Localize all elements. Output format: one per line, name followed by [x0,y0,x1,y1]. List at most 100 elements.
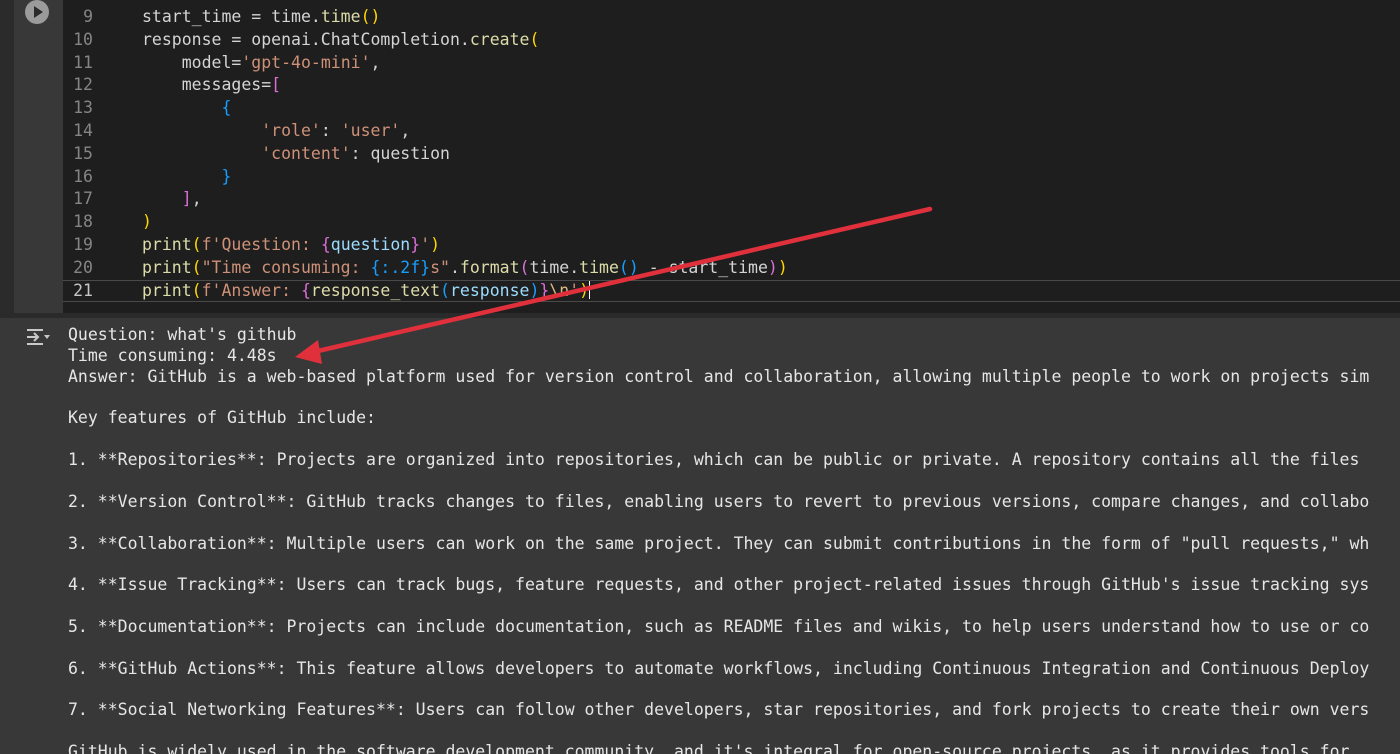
code-token: 'user' [340,121,401,140]
code-line: 10 response = openai.ChatCompletion.creat… [63,28,1400,51]
code-text: ) [142,210,152,233]
line-number: 21 [73,280,93,300]
play-icon [34,6,43,18]
line-number: 16 [73,166,93,186]
code-token: print [142,235,192,254]
line-number: 20 [73,257,93,277]
code-token: ' [420,235,431,254]
line-number: 11 [73,52,93,72]
code-token: [ [271,75,282,95]
code-text: print(f'Answer: {response_text(response)… [142,279,591,302]
code-token: start_time = time. [142,7,321,26]
code-token: ( [440,280,450,300]
code-token: format [459,257,520,277]
code-text: ], [142,187,202,210]
code-token: time [579,257,619,277]
code-token: , [370,52,381,72]
code-token: ) [777,257,788,277]
output-line: 1. **Repositories**: Projects are organi… [68,450,1360,470]
code-token: 'role' [261,121,321,140]
line-number: 18 [73,212,93,232]
code-token: , [400,121,411,140]
code-token: { [320,235,331,254]
code-token: () [360,7,381,26]
code-token: response = openai.ChatCompletion. [142,29,470,49]
code-token: {:.2f} [370,257,431,277]
line-number: 19 [73,235,93,254]
code-token: print [142,257,192,277]
code-token: response_text [310,280,441,300]
output-line: 7. **Social Networking Features**: Users… [68,700,1370,720]
code-token: ( [191,257,202,277]
code-token: : [320,121,341,140]
code-token: , [191,189,202,209]
output-line: 5. **Documentation**: Projects can inclu… [68,616,1370,636]
code-token: ) [142,212,152,232]
code-editor[interactable]: 9 start_time = time.time() 10 response = op… [63,0,1400,313]
line-number: 15 [73,143,93,163]
line-number: 9 [83,7,93,26]
code-token: time. [529,257,580,277]
line-number: 12 [73,75,93,95]
code-token: "Time consuming: [201,257,371,277]
code-token: () [618,257,639,277]
code-line: 9 start_time = time.time() [63,5,1400,28]
code-text: model='gpt-4o-mini', [142,51,381,74]
output-line: Question: what's github [68,325,297,344]
output-line: 3. **Collaboration**: Multiple users can… [68,533,1370,553]
code-line: 12 messages=[ [63,73,1400,96]
output-toggle-button[interactable] [24,325,52,349]
code-token: . [449,257,460,277]
code-line: 13 { [63,96,1400,119]
notebook-cell: 9 start_time = time.time() 10 response = op… [0,0,1400,754]
code-line: 21 print(f'Answer: {response_text(respons… [63,279,1400,302]
code-token: } [221,166,232,186]
code-line: 16 } [63,165,1400,188]
line-number: 17 [73,189,93,209]
code-token: ( [529,29,540,49]
code-token: f'Answer: [201,280,301,300]
code-line: 19 print(f'Question: {question}') [63,233,1400,256]
code-text: } [142,165,231,188]
code-token: time [320,7,361,26]
code-token: ] [181,189,192,209]
code-token: s" [430,257,450,277]
output-line: 2. **Version Control**: GitHub tracks ch… [68,491,1370,511]
code-token: question [330,235,411,254]
code-text: start_time = time.time() [142,5,380,28]
code-token: model= [181,52,242,72]
code-token: ) [767,257,778,277]
code-token: ( [519,257,530,277]
code-token: \n [549,280,570,300]
code-text: print(f'Question: {question}') [142,233,440,256]
code-line: 14 'role': 'user', [63,119,1400,142]
code-token: - start_time [638,257,768,277]
code-token: 'content' [261,143,351,163]
code-token: : question [350,143,450,163]
line-number: 13 [73,98,93,118]
output-line: 6. **GitHub Actions**: This feature allo… [68,658,1370,678]
code-text: response = openai.ChatCompletion.create( [142,28,539,51]
output-toggle-icon [27,329,50,345]
code-token: print [142,280,192,300]
output-line: GitHub is widely used in the software de… [68,742,1350,754]
text-cursor [589,280,591,299]
output-line: Key features of GitHub include: [68,408,376,428]
code-token: ( [191,235,202,254]
code-line: 11 model='gpt-4o-mini', [63,51,1400,74]
run-cell-button[interactable] [25,0,49,24]
code-text: 'content': question [142,142,450,165]
code-token: } [410,235,421,254]
code-token: response [449,280,530,300]
cell-gutter [0,0,14,313]
output-line: 4. **Issue Tracking**: Users can track b… [68,575,1370,595]
code-text: { [142,96,231,119]
code-token: ( [191,280,202,300]
cell-output: Question: what's github Time consuming: 4… [0,318,1400,754]
code-line: 20 print("Time consuming: {:.2f}s".format… [63,256,1400,279]
code-text: print("Time consuming: {:.2f}s".format(t… [142,256,788,279]
code-token: { [221,98,232,118]
code-text: 'role': 'user', [142,119,410,142]
code-token: create [469,29,530,49]
code-line: 18) [63,210,1400,233]
